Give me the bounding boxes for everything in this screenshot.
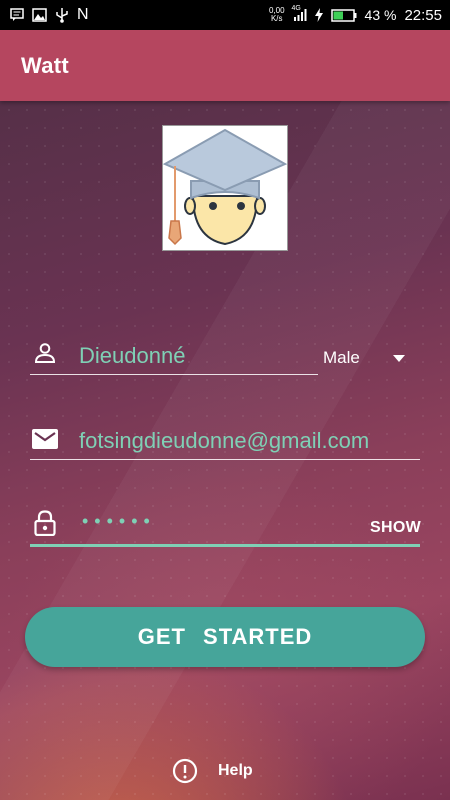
help-label: Help — [218, 762, 253, 779]
app-title: Watt — [21, 52, 70, 78]
get-started-button[interactable]: GET STARTED — [25, 607, 425, 667]
signup-screen: Dieudonné Male fotsingdieudonne@gmail.co… — [0, 101, 450, 800]
status-bar-right: 0,00 K/s 4G 43 % 22:55 — [269, 5, 442, 24]
status-bar: N 0,00 K/s 4G 43 % 22:55 — [0, 0, 450, 30]
net-speed-unit: K/s — [270, 14, 283, 23]
message-icon — [10, 8, 24, 22]
clock: 22:55 — [404, 6, 442, 24]
name-input[interactable]: Dieudonné — [79, 343, 185, 369]
charging-icon — [314, 8, 323, 22]
show-password-toggle[interactable]: SHOW — [370, 519, 421, 537]
help-link[interactable]: Help — [172, 758, 253, 784]
app-bar: Watt — [0, 30, 450, 101]
signal-label: 4G — [291, 5, 301, 12]
person-icon — [33, 341, 57, 365]
chevron-down-icon — [393, 354, 405, 362]
graduate-avatar-logo — [162, 125, 288, 251]
signal-icon: 4G — [291, 5, 307, 22]
lock-icon — [34, 509, 56, 537]
graduate-icon — [162, 128, 288, 246]
email-input[interactable]: fotsingdieudonne@gmail.com — [79, 428, 369, 454]
status-bar-left: N — [10, 6, 89, 24]
password-input[interactable]: •••••• — [82, 511, 156, 532]
password-underline — [30, 544, 420, 547]
image-icon — [32, 8, 47, 22]
n-icon: N — [77, 6, 89, 23]
battery-percent: 43 % — [364, 7, 397, 23]
gender-select[interactable]: Male — [323, 347, 413, 369]
usb-icon — [55, 7, 69, 23]
net-speed: 0,00 K/s — [269, 7, 285, 23]
email-icon — [32, 428, 58, 450]
name-underline — [30, 374, 318, 375]
email-underline — [30, 459, 420, 460]
gender-selected: Male — [323, 348, 360, 367]
info-icon — [172, 758, 198, 784]
battery-icon — [330, 8, 357, 22]
